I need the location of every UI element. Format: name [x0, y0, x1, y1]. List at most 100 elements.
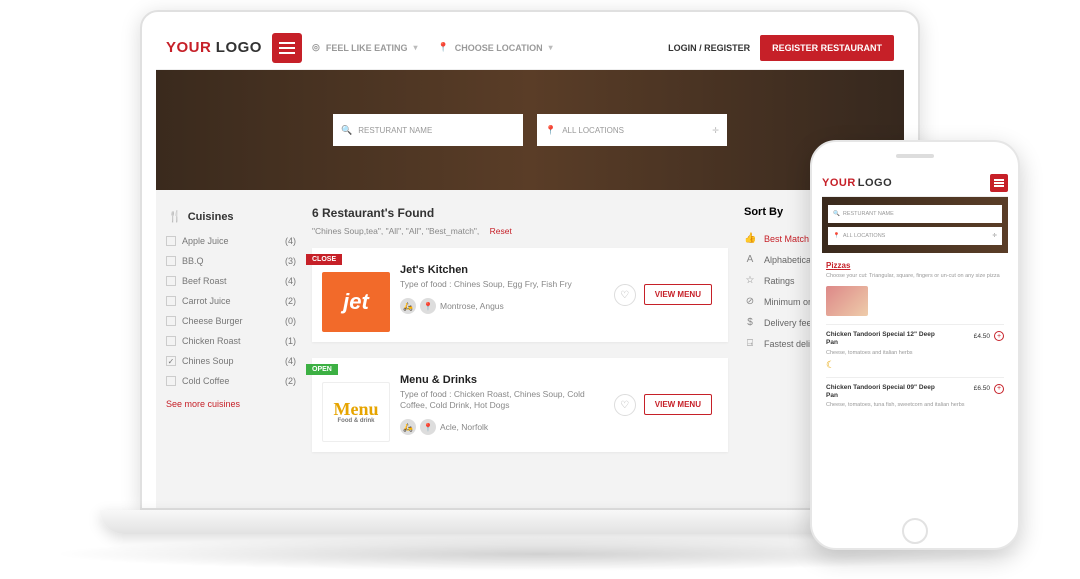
cuisine-filter[interactable]: Cheese Burger(0)	[166, 311, 296, 331]
checkbox-icon	[166, 376, 176, 386]
feel-like-eating-dropdown[interactable]: ◎ FEEL LIKE EATING ▾	[312, 42, 418, 53]
phone-icon: ☾	[826, 360, 1004, 371]
top-bar: YOUR LOGO ◎ FEEL LIKE EATING ▾ 📍 CHOOSE …	[156, 26, 904, 70]
see-more-cuisines-link[interactable]: See more cuisines	[166, 391, 296, 409]
category-desc: Choose your cut: Triangular, square, fin…	[826, 273, 1004, 280]
hero-search: 🔍 RESTURANT NAME 📍 ALL LOCATIONS ✛	[156, 70, 904, 190]
pin-icon: 📍	[420, 419, 436, 435]
item-desc: Cheese, tomatoes, tuna fish, sweetcorn a…	[826, 402, 1004, 409]
results-count: 6 Restaurant's Found	[312, 206, 728, 220]
add-button[interactable]: +	[994, 384, 1004, 394]
cuisine-count: (4)	[285, 276, 296, 286]
restaurant-type: Type of food : Chines Soup, Egg Fry, Fis…	[400, 279, 604, 290]
feel-label: FEEL LIKE EATING	[326, 43, 408, 53]
location-input[interactable]: 📍 ALL LOCATIONS ✛	[828, 227, 1002, 245]
item-name: Chicken Tandoori Special 09" Deep Pan	[826, 384, 946, 400]
cuisine-label: Cheese Burger	[182, 316, 243, 326]
phone-home-button[interactable]	[902, 518, 928, 544]
locate-icon[interactable]: ✛	[712, 126, 719, 135]
checkbox-icon	[166, 296, 176, 306]
cuisine-count: (4)	[285, 356, 296, 366]
restaurant-name-input[interactable]: 🔍 RESTURANT NAME	[828, 205, 1002, 223]
sort-icon: ⊘	[744, 296, 756, 307]
restaurant-logo: MenuFood & drink	[322, 382, 390, 442]
reset-link[interactable]: Reset	[490, 226, 512, 236]
category-title[interactable]: Pizzas	[826, 261, 1004, 270]
restaurant-name: Jet's Kitchen	[400, 264, 604, 276]
sort-label: Delivery fee	[764, 318, 812, 328]
restaurant-name-input[interactable]: 🔍 RESTURANT NAME	[333, 114, 523, 146]
restaurant-name: Menu & Drinks	[400, 374, 604, 386]
mobile-hero: 🔍 RESTURANT NAME 📍 ALL LOCATIONS ✛	[822, 197, 1008, 253]
status-badge: CLOSE	[306, 254, 342, 265]
search-icon: 🔍	[341, 125, 352, 136]
cuisine-label: Chicken Roast	[182, 336, 241, 346]
search-icon: 🔍	[833, 211, 840, 217]
menu-item[interactable]: Chicken Tandoori Special 09" Deep Pan £6…	[826, 377, 1004, 416]
checkbox-icon: ✓	[166, 356, 176, 366]
checkbox-icon	[166, 316, 176, 326]
cuisines-heading: 🍴 Cuisines	[166, 206, 296, 231]
restaurant-card: CLOSE jet Jet's Kitchen Type of food : C…	[312, 248, 728, 342]
add-button[interactable]: +	[994, 331, 1004, 341]
view-menu-button[interactable]: VIEW MENU	[644, 284, 712, 305]
cuisine-filter[interactable]: Apple Juice (4)	[166, 231, 296, 251]
sort-label: Ratings	[764, 276, 795, 286]
cuisine-label: BB.Q	[182, 256, 204, 266]
logo-logo: LOGO	[216, 39, 262, 56]
mobile-viewport: YOUR LOGO 🔍 RESTURANT NAME 📍 ALL LOCATIO…	[822, 170, 1008, 530]
restaurant-logo: jet	[322, 272, 390, 332]
checkbox-icon	[166, 236, 176, 246]
content-body: 🍴 Cuisines Apple Juice (4) BB.Q (3) Beef Roa…	[156, 190, 904, 484]
cuisine-label: Chines Soup	[182, 356, 234, 366]
location-label: CHOOSE LOCATION	[455, 43, 543, 53]
hamburger-icon[interactable]	[272, 33, 302, 63]
cuisine-filter[interactable]: Beef Roast(4)	[166, 271, 296, 291]
sort-icon: ⍈	[744, 338, 756, 349]
cuisine-filter[interactable]: Chicken Roast (1)	[166, 331, 296, 351]
favorite-button[interactable]: ♡	[614, 394, 636, 416]
cuisine-filter[interactable]: ✓ Chines Soup (4)	[166, 351, 296, 371]
cuisines-sidebar: 🍴 Cuisines Apple Juice (4) BB.Q (3) Beef Roa…	[166, 206, 296, 468]
restaurant-type: Type of food : Chicken Roast, Chines Sou…	[400, 389, 604, 411]
cuisine-count: (3)	[285, 256, 296, 266]
favorite-button[interactable]: ♡	[614, 284, 636, 306]
checkbox-icon	[166, 336, 176, 346]
sort-icon: A	[744, 254, 756, 265]
cuisine-filter[interactable]: Carrot Juice (2)	[166, 291, 296, 311]
phone-frame: YOUR LOGO 🔍 RESTURANT NAME 📍 ALL LOCATIO…	[810, 140, 1020, 550]
delivery-icon: 🛵	[400, 298, 416, 314]
chevron-down-icon: ▾	[414, 43, 418, 52]
menu-item[interactable]: Chicken Tandoori Special 12" Deep Pan £4…	[826, 324, 1004, 377]
pin-icon: 📍	[545, 125, 556, 136]
register-restaurant-button[interactable]: REGISTER RESTAURANT	[760, 35, 894, 61]
sort-label: Best Match	[764, 234, 809, 244]
cuisine-count: (4)	[285, 236, 296, 246]
cuisine-filter[interactable]: BB.Q (3)	[166, 251, 296, 271]
cuisine-label: Cold Coffee	[182, 376, 229, 386]
cutlery-icon: 🍴	[168, 210, 182, 223]
item-price: £6.50	[974, 385, 990, 392]
item-price: £4.50	[974, 333, 990, 340]
login-register-link[interactable]: LOGIN / REGISTER	[668, 43, 750, 53]
cuisine-label: Carrot Juice	[182, 296, 231, 306]
cuisine-count: (2)	[285, 296, 296, 306]
restaurant-card: OPEN MenuFood & drink Menu & Drinks Type…	[312, 358, 728, 452]
phone-speaker	[896, 154, 934, 158]
logo[interactable]: YOUR LOGO	[822, 177, 892, 189]
pin-icon: 📍	[438, 42, 449, 53]
cuisine-filter[interactable]: Cold Coffee(2)	[166, 371, 296, 391]
loc-placeholder: ALL LOCATIONS	[562, 126, 624, 135]
view-menu-button[interactable]: VIEW MENU	[644, 394, 712, 415]
cuisine-label: Apple Juice	[182, 236, 229, 246]
hamburger-icon[interactable]	[990, 174, 1008, 192]
category-thumbnail	[826, 286, 868, 316]
location-input[interactable]: 📍 ALL LOCATIONS ✛	[537, 114, 727, 146]
locate-icon[interactable]: ✛	[992, 233, 997, 239]
choose-location-dropdown[interactable]: 📍 CHOOSE LOCATION ▾	[438, 42, 553, 53]
active-filters: "Chines Soup,tea", "All", "All", "Best_m…	[312, 226, 728, 236]
logo[interactable]: YOUR LOGO	[166, 39, 262, 57]
checkbox-icon	[166, 256, 176, 266]
delivery-icon: 🛵	[400, 419, 416, 435]
cuisine-count: (1)	[285, 336, 296, 346]
